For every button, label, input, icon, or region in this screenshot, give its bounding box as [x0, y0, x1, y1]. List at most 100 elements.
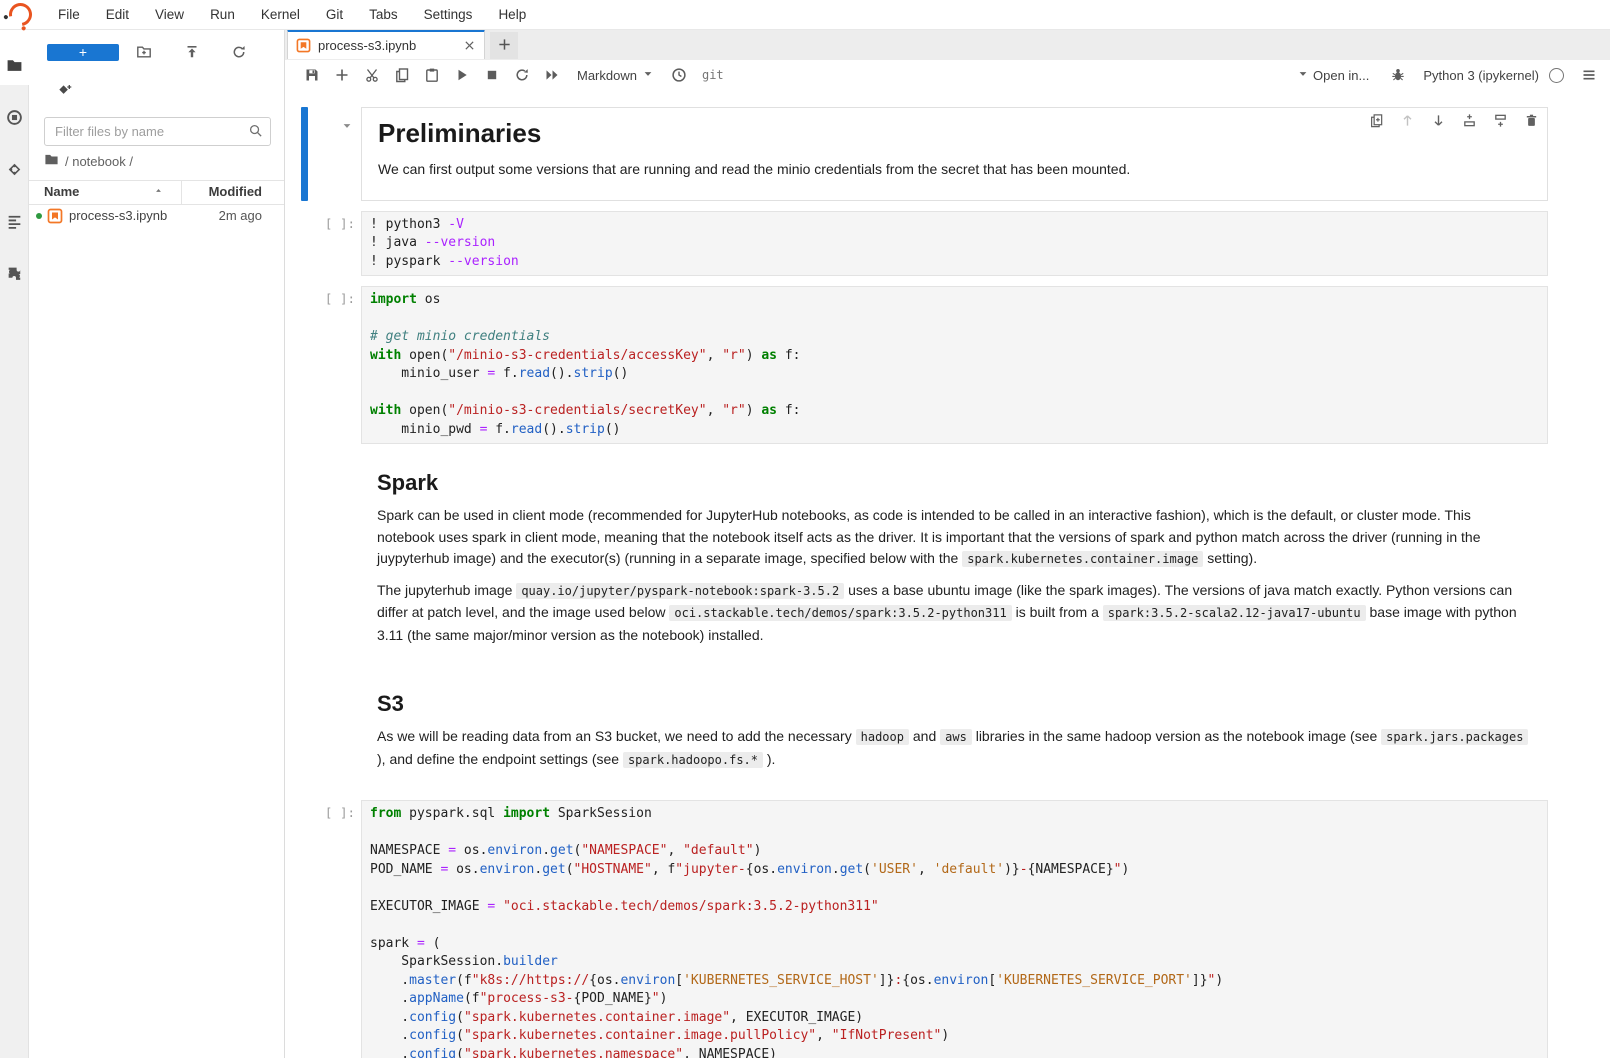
folder-icon	[6, 57, 23, 74]
cell-type-value: Markdown	[577, 68, 637, 83]
new-tab-button[interactable]	[490, 32, 518, 59]
breadcrumb-path: / notebook /	[65, 154, 133, 169]
markdown-rendered[interactable]: S3As we will be reading data from an S3 …	[361, 675, 1548, 790]
menu-edit[interactable]: Edit	[93, 0, 142, 29]
code-editor[interactable]: from pyspark.sql import SparkSession NAM…	[361, 800, 1548, 1058]
inline-code: hadoop	[856, 729, 909, 745]
close-tab-button[interactable]	[463, 39, 476, 52]
chevron-down-icon	[341, 120, 353, 132]
refresh-icon	[231, 44, 247, 60]
markdown-cell[interactable]: PreliminariesWe can first output some ve…	[285, 107, 1610, 201]
save-icon	[304, 67, 320, 83]
markdown-rendered[interactable]: SparkSpark can be used in client mode (r…	[361, 454, 1548, 665]
notebook-icon	[296, 38, 311, 53]
activity-tab-git[interactable]	[0, 151, 29, 187]
kernel-status-icon[interactable]	[1549, 68, 1564, 83]
inline-code: spark:3.5.2-scala2.12-java17-ubuntu	[1103, 605, 1366, 621]
open-in-dropdown[interactable]: Open in...	[1297, 68, 1369, 83]
stop-button[interactable]	[483, 66, 501, 84]
markdown-rendered[interactable]: PreliminariesWe can first output some ve…	[361, 107, 1548, 201]
code-editor[interactable]: ! python3 -V! java --version! pyspark --…	[361, 211, 1548, 277]
insert-above-cell-button[interactable]	[1461, 113, 1477, 129]
file-browser-panel: + / notebook / Name Modified process-s3.…	[29, 29, 285, 1058]
menu-help[interactable]: Help	[485, 0, 539, 29]
insert-below-cell-button[interactable]	[1492, 113, 1508, 129]
copy-button[interactable]	[393, 66, 411, 84]
markdown-cell[interactable]: S3As we will be reading data from an S3 …	[285, 675, 1610, 790]
run-all-icon	[544, 67, 560, 83]
notebook-toolbar: Markdown git Open in... Python 3 (ipyker…	[285, 60, 1610, 91]
menubar-items: FileEditViewRunKernelGitTabsSettingsHelp	[45, 0, 539, 29]
open-in-label: Open in...	[1313, 68, 1369, 83]
restart-icon	[514, 67, 530, 83]
file-row[interactable]: process-s3.ipynb2m ago	[29, 204, 284, 228]
move-down-icon	[1431, 113, 1446, 128]
activity-tab-toc[interactable]	[0, 203, 29, 239]
git-icon	[6, 161, 23, 178]
cell-collapser-icon[interactable]	[341, 119, 353, 137]
add-cell-button[interactable]	[333, 66, 351, 84]
folder-icon	[44, 152, 65, 167]
git-clone-button[interactable]	[56, 83, 74, 101]
column-name[interactable]: Name	[44, 184, 79, 199]
filter-files-input[interactable]	[44, 117, 271, 146]
upload-button[interactable]	[183, 44, 201, 62]
main-area: process-s3.ipynb Markdown git Open in...…	[285, 29, 1610, 1058]
clock-icon[interactable]	[670, 66, 688, 84]
tab-label: process-s3.ipynb	[318, 38, 463, 53]
run-all-button[interactable]	[543, 66, 561, 84]
inline-code: spark.hadoopo.fs.*	[623, 752, 763, 768]
debugger-bug-icon[interactable]	[1389, 66, 1407, 84]
column-modified[interactable]: Modified	[209, 184, 262, 199]
save-button[interactable]	[303, 66, 321, 84]
move-down-cell-button[interactable]	[1430, 113, 1446, 129]
new-folder-button[interactable]	[135, 44, 153, 62]
code-cell[interactable]: [ ]:! python3 -V! java --version! pyspar…	[285, 211, 1610, 277]
menubar: FileEditViewRunKernelGitTabsSettingsHelp	[0, 0, 1610, 30]
markdown-paragraph: The jupyterhub image quay.io/jupyter/pys…	[377, 580, 1532, 647]
restart-button[interactable]	[513, 66, 531, 84]
folder-icon	[44, 152, 65, 170]
section-heading: Spark	[377, 470, 1532, 496]
execution-prompt: [ ]:	[285, 291, 355, 306]
chevron-down-icon	[637, 68, 654, 80]
delete-cell-button[interactable]	[1523, 113, 1539, 129]
code-cell[interactable]: [ ]: import os # get minio credentialswit…	[285, 286, 1610, 444]
sort-ascending-icon[interactable]	[153, 184, 164, 199]
code-cell[interactable]: [ ]:from pyspark.sql import SparkSession…	[285, 800, 1610, 1058]
breadcrumb[interactable]: / notebook /	[44, 152, 133, 170]
markdown-cell[interactable]: SparkSpark can be used in client mode (r…	[285, 454, 1610, 665]
refresh-button[interactable]	[230, 44, 248, 62]
kernel-name[interactable]: Python 3 (ipykernel)	[1423, 68, 1539, 83]
paste-button[interactable]	[423, 66, 441, 84]
menu-kernel[interactable]: Kernel	[248, 0, 313, 29]
chevron-down-icon	[637, 68, 654, 83]
activity-tab-running-kernels[interactable]	[0, 99, 29, 135]
hamburger-icon[interactable]	[1580, 66, 1598, 84]
activity-tab-folder[interactable]	[0, 47, 29, 83]
cut-button[interactable]	[363, 66, 381, 84]
code-editor[interactable]: import os # get minio credentialswith op…	[361, 286, 1548, 444]
menu-git[interactable]: Git	[313, 0, 356, 29]
menu-file[interactable]: File	[45, 0, 93, 29]
menu-settings[interactable]: Settings	[411, 0, 486, 29]
sort-ascending-icon	[153, 185, 164, 196]
document-tab[interactable]: process-s3.ipynb	[287, 29, 485, 59]
jupyter-logo-icon	[4, 0, 36, 31]
duplicate-cell-button[interactable]	[1368, 113, 1384, 129]
cell-type-dropdown[interactable]: Markdown	[577, 68, 654, 83]
insert-above-icon	[1462, 113, 1477, 128]
activity-bar	[0, 29, 29, 1058]
new-launcher-button[interactable]: +	[47, 44, 119, 61]
hamburger-icon	[1581, 67, 1597, 83]
move-up-cell-button[interactable]	[1399, 113, 1415, 129]
menu-view[interactable]: View	[142, 0, 197, 29]
run-button[interactable]	[453, 66, 471, 84]
activity-tab-extensions[interactable]	[0, 255, 29, 291]
markdown-paragraph: As we will be reading data from an S3 bu…	[377, 726, 1532, 771]
menu-tabs[interactable]: Tabs	[356, 0, 411, 29]
menu-run[interactable]: Run	[197, 0, 248, 29]
section-heading: Preliminaries	[378, 118, 1531, 149]
inline-code: spark.jars.packages	[1381, 729, 1528, 745]
debugger-bug-icon	[1390, 67, 1406, 83]
